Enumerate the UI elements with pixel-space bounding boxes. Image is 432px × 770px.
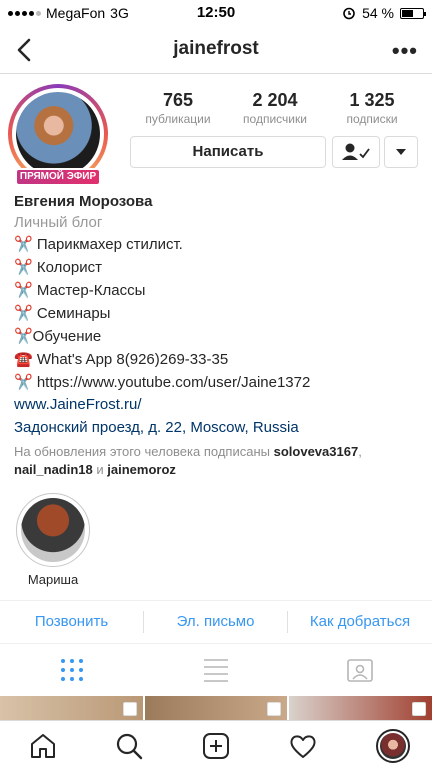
stat-posts[interactable]: 765 публикации bbox=[130, 90, 226, 126]
followed-by[interactable]: На обновления этого человека подписаны s… bbox=[14, 443, 424, 479]
multi-photo-icon bbox=[267, 702, 282, 716]
alarm-icon bbox=[343, 7, 355, 20]
post-thumbnail[interactable] bbox=[289, 696, 432, 720]
stat-following-value: 1 325 bbox=[349, 90, 395, 110]
bio-line: ☎️ What's App 8(926)269-33-35 bbox=[14, 351, 229, 368]
battery-icon bbox=[400, 7, 426, 19]
status-right: 54 % bbox=[342, 5, 426, 21]
followed-user[interactable]: nail_nadin18 bbox=[14, 462, 93, 477]
bio-line: ✂️ https://www.youtube.com/user/Jaine137… bbox=[14, 374, 311, 391]
highlight-cover bbox=[21, 498, 85, 562]
avatar-photo bbox=[16, 92, 100, 176]
list-icon[interactable] bbox=[202, 657, 230, 683]
bio-line: ✂️Обучение bbox=[14, 328, 102, 345]
tagged-icon[interactable] bbox=[346, 657, 374, 683]
stat-following[interactable]: 1 325 подписки bbox=[324, 90, 420, 126]
followed-user[interactable]: jainemoroz bbox=[107, 462, 176, 477]
stat-posts-value: 765 bbox=[162, 90, 194, 110]
followed-and: и bbox=[96, 462, 104, 477]
more-dots-icon[interactable]: ••• bbox=[392, 38, 418, 64]
message-button[interactable]: Написать bbox=[130, 136, 326, 168]
live-badge[interactable]: ПРЯМОЙ ЭФИР bbox=[15, 168, 101, 186]
address-link[interactable]: Задонский проезд, д. 22, Moscow, Russia bbox=[14, 419, 299, 436]
followed-user[interactable]: soloveva3167 bbox=[274, 444, 359, 459]
following-button[interactable] bbox=[332, 136, 380, 168]
bio-line: ✂️ Мастер-Классы bbox=[14, 282, 146, 299]
avatar-photo bbox=[380, 733, 406, 759]
bio-line: ✂️ Семинары bbox=[14, 305, 111, 322]
profile-view-tabs bbox=[0, 645, 432, 695]
post-thumbnail[interactable] bbox=[0, 696, 143, 720]
call-button[interactable]: Позвонить bbox=[0, 601, 143, 643]
email-button[interactable]: Эл. письмо bbox=[144, 601, 287, 643]
new-post-icon[interactable] bbox=[201, 731, 231, 761]
grid-icon[interactable] bbox=[58, 657, 86, 683]
profile-full-name: Евгения Морозова bbox=[14, 193, 153, 210]
story-highlight[interactable] bbox=[16, 493, 90, 567]
profile-username: jainefrost bbox=[173, 38, 259, 59]
website-link[interactable]: www.JaineFrost.ru/ bbox=[14, 396, 142, 413]
dropdown-button[interactable] bbox=[384, 136, 418, 168]
profile-header: jainefrost ••• bbox=[0, 26, 432, 74]
stat-followers[interactable]: 2 204 подписчики bbox=[227, 90, 323, 126]
posts-grid bbox=[0, 696, 432, 720]
directions-button[interactable]: Как добраться bbox=[288, 601, 432, 643]
stat-posts-label: публикации bbox=[145, 112, 211, 126]
profile-tab-avatar[interactable] bbox=[376, 729, 410, 763]
caret-down-icon bbox=[396, 149, 406, 155]
bio-line: ✂️ Колорист bbox=[14, 259, 102, 276]
followed-by-prefix: На обновления этого человека подписаны bbox=[14, 444, 270, 459]
stat-followers-value: 2 204 bbox=[252, 90, 298, 110]
profile-stats: 765 публикации 2 204 подписчики 1 325 по… bbox=[130, 90, 420, 126]
multi-photo-icon bbox=[122, 702, 137, 716]
search-icon[interactable] bbox=[114, 731, 144, 761]
home-icon[interactable] bbox=[28, 731, 58, 761]
post-thumbnail[interactable] bbox=[144, 696, 288, 720]
bottom-tab-bar bbox=[0, 720, 432, 770]
followed-separator: , bbox=[358, 444, 362, 459]
multi-photo-icon bbox=[412, 702, 427, 716]
stat-following-label: подписки bbox=[346, 112, 398, 126]
contact-actions: Позвонить Эл. письмо Как добраться bbox=[0, 600, 432, 644]
highlight-label: Мариша bbox=[27, 572, 79, 587]
heart-icon[interactable] bbox=[288, 731, 318, 761]
battery-fill bbox=[402, 9, 413, 17]
profile-category: Личный блог bbox=[14, 214, 103, 231]
bio-line: ✂️ Парикмахер стилист. bbox=[14, 236, 183, 253]
stat-followers-label: подписчики bbox=[243, 112, 307, 126]
person-check-icon bbox=[342, 143, 370, 160]
battery-percent: 54 % bbox=[362, 5, 394, 21]
status-bar: MegaFon 3G 12:50 54 % bbox=[0, 0, 432, 26]
